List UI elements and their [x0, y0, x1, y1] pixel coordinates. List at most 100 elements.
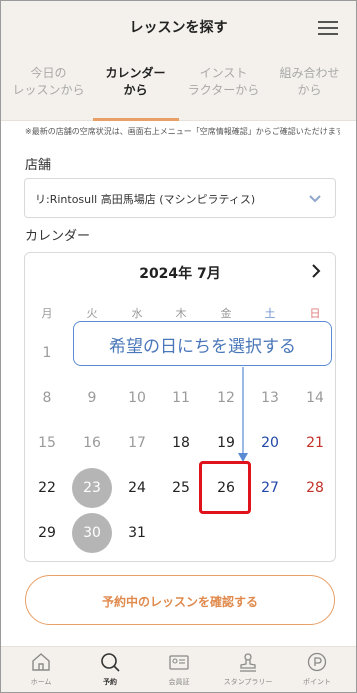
- tab-combination-line2: から: [297, 83, 322, 97]
- calendar-day-number: 25: [172, 480, 190, 496]
- calendar-day: 11: [159, 378, 203, 422]
- store-select[interactable]: リ:Rintosull 高田馬場店 (マシンピラティス): [24, 178, 336, 218]
- tab-today-line2: レッスンから: [12, 83, 85, 97]
- main-content: ※最新の店舗の空席状況は、画面右上メニュー「空席情報確認」からご確認いただけます…: [1, 121, 356, 646]
- calendar-day-number: 27: [261, 480, 279, 496]
- calendar-day[interactable]: 18: [159, 423, 203, 467]
- store-label: 店舗: [25, 158, 52, 173]
- calendar-day: 16: [70, 423, 114, 467]
- tab-today[interactable]: 今日の レッスンから: [6, 65, 91, 99]
- calendar-day-number: 19: [217, 435, 235, 451]
- calendar-day[interactable]: 25: [159, 468, 203, 512]
- view-reservations-button[interactable]: 予約中のレッスンを確認する: [25, 575, 335, 625]
- calendar-day-number: 22: [38, 480, 56, 496]
- nav-home-label: ホーム: [30, 678, 52, 686]
- calendar-day[interactable]: 27: [248, 468, 292, 512]
- calendar-day-number: 28: [306, 480, 324, 496]
- calendar-day: 12: [204, 378, 248, 422]
- calendar-day: 17: [115, 423, 159, 467]
- calendar-day-number: 20: [261, 435, 279, 451]
- highlight-box: [199, 461, 251, 514]
- calendar-day-number: 14: [306, 390, 324, 406]
- availability-notice: ※最新の店舗の空席状況は、画面右上メニュー「空席情報確認」からご確認いただけます…: [25, 127, 340, 136]
- tab-combination-line1: 組み合わせ: [279, 66, 340, 80]
- calendar-label: カレンダー: [25, 229, 91, 244]
- calendar-day-selected[interactable]: 30: [70, 513, 114, 557]
- page-title: レッスンを探す: [129, 20, 228, 36]
- calendar-day[interactable]: 29: [25, 513, 69, 557]
- calendar-day-number: 10: [128, 390, 146, 406]
- nav-reservation[interactable]: 予約: [80, 651, 140, 687]
- app-frame: レッスンを探す 今日の レッスンから カレンダー から インスト ラクターから …: [0, 0, 357, 693]
- calendar-day-number: 16: [83, 435, 101, 451]
- hamburger-menu-icon[interactable]: [318, 21, 338, 35]
- view-reservations-label: 予約中のレッスンを確認する: [101, 595, 258, 609]
- nav-home[interactable]: ホーム: [11, 651, 71, 687]
- calendar-month: 2024年 7月: [139, 266, 221, 282]
- bottom-nav: ホーム 予約 会員証 スタンプラリー ポイント: [1, 646, 356, 692]
- tab-instructor[interactable]: インスト ラクターから: [181, 65, 266, 99]
- calendar-day: 14: [293, 378, 337, 422]
- search-tabs: 今日の レッスンから カレンダー から インスト ラクターから 組み合わせ から: [1, 51, 356, 121]
- point-icon: [307, 652, 327, 672]
- calendar-day[interactable]: 22: [25, 468, 69, 512]
- nav-stamp-rally[interactable]: スタンプラリー: [218, 651, 278, 687]
- calendar-day-number: 12: [217, 390, 235, 406]
- calendar-day-number: 31: [128, 525, 146, 541]
- nav-member-card-label: 会員証: [168, 678, 190, 686]
- calendar-day-number: 17: [128, 435, 146, 451]
- stamp-icon: [240, 653, 256, 672]
- member-card-icon: [169, 655, 189, 670]
- calendar-day[interactable]: 31: [115, 513, 159, 557]
- chevron-right-icon[interactable]: [309, 262, 323, 280]
- calendar-day-number: 21: [306, 435, 324, 451]
- calendar-day-number: 1: [42, 345, 52, 361]
- calendar-day: 9: [70, 378, 114, 422]
- calendar-day: 15: [25, 423, 69, 467]
- calendar-day: 1: [25, 333, 69, 377]
- chevron-down-icon: [309, 195, 321, 203]
- calendar-day-number: 24: [128, 480, 146, 496]
- nav-member-card[interactable]: 会員証: [149, 651, 209, 687]
- calendar-day-selected[interactable]: 23: [70, 468, 114, 512]
- calendar-day-number: 30: [83, 525, 101, 541]
- home-icon: [32, 653, 50, 671]
- nav-points-label: ポイント: [303, 678, 331, 686]
- calendar-day: 8: [25, 378, 69, 422]
- calendar-day: 10: [115, 378, 159, 422]
- tab-instructor-line1: インスト: [199, 66, 248, 80]
- calendar-day-number: 29: [38, 525, 56, 541]
- calendar-day-number: 23: [83, 480, 101, 496]
- calendar-day[interactable]: 24: [115, 468, 159, 512]
- tab-calendar-line1: カレンダー: [105, 66, 166, 80]
- nav-reservation-label: 予約: [103, 678, 117, 686]
- weekday-wed: 水: [131, 307, 143, 320]
- calendar-day[interactable]: 28: [293, 468, 337, 512]
- tab-instructor-line2: ラクターから: [187, 83, 260, 97]
- store-selected-value: リ:Rintosull 高田馬場店 (マシンピラティス): [35, 193, 256, 206]
- calendar-day-number: 18: [172, 435, 190, 451]
- calendar-day-number: 13: [261, 390, 279, 406]
- calendar-day-number: 8: [42, 390, 52, 406]
- weekday-sun: 日: [309, 307, 321, 320]
- tab-calendar[interactable]: カレンダー から: [93, 65, 178, 99]
- tab-calendar-line2: から: [123, 83, 148, 97]
- calendar-day-number: 11: [172, 390, 190, 406]
- weekday-mon: 月: [41, 307, 53, 320]
- nav-stamp-rally-label: スタンプラリー: [223, 678, 273, 686]
- calendar: 2024年 7月 月 火 水 木 金 土 日 1 8 9 10 11 12 13…: [24, 252, 336, 562]
- app-header: レッスンを探す: [1, 1, 356, 51]
- tab-today-line1: 今日の: [30, 66, 67, 80]
- nav-points[interactable]: ポイント: [287, 651, 347, 687]
- calendar-day[interactable]: 20: [248, 423, 292, 467]
- weekday-sat: 土: [264, 307, 276, 320]
- instruction-callout: 希望の日にちを選択する: [73, 321, 332, 366]
- calendar-day[interactable]: 21: [293, 423, 337, 467]
- calendar-day-number: 9: [87, 390, 97, 406]
- weekday-fri: 金: [220, 307, 232, 320]
- tab-combination[interactable]: 組み合わせ から: [267, 65, 352, 99]
- weekday-thu: 木: [175, 307, 187, 320]
- weekday-tue: 火: [86, 307, 98, 320]
- search-icon: [101, 653, 120, 672]
- calendar-day: 13: [248, 378, 292, 422]
